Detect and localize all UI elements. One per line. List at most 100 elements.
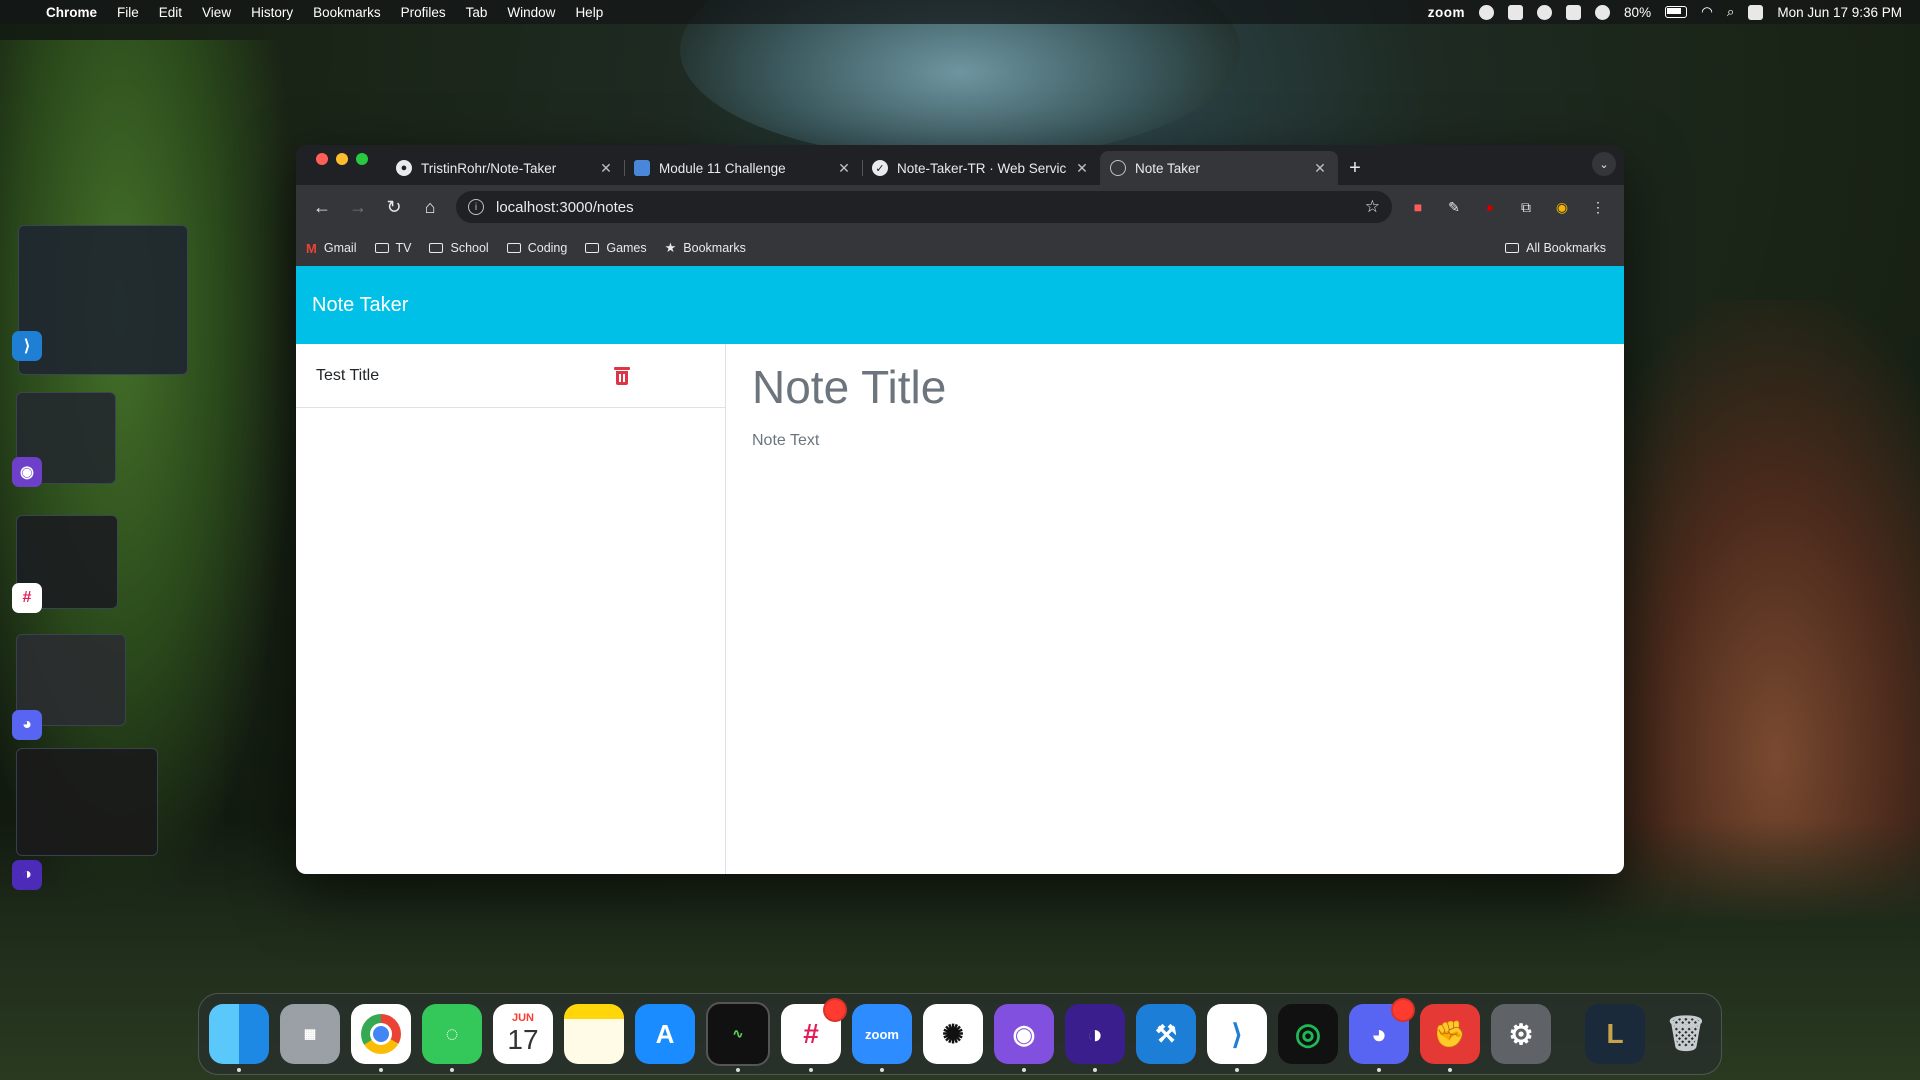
bookmark-bookmarks[interactable]: ★ Bookmarks [665,240,746,256]
zoom-dock-icon[interactable]: zoom [852,1004,912,1072]
slack-dock-icon[interactable]: # [781,998,847,1072]
bookmark-gmail[interactable]: M Gmail [306,241,357,256]
xcode-icon[interactable]: ⚒ [1136,1004,1196,1064]
stage-thumb-browser[interactable] [16,748,158,856]
menu-profiles[interactable]: Profiles [391,5,456,20]
menu-app-name[interactable]: Chrome [40,5,107,20]
browser-app-icon[interactable]: ◑ [12,860,42,890]
close-icon[interactable]: ✕ [1312,160,1328,177]
bookmark-star-icon[interactable]: ☆ [1365,197,1380,217]
chatgpt-dock-icon[interactable]: ✺ [923,1004,983,1064]
notes-icon[interactable] [564,1004,624,1064]
chatgpt-icon[interactable] [1537,4,1553,20]
home-button[interactable]: ⌂ [412,189,448,225]
new-tab-button[interactable]: + [1338,151,1372,185]
drive-icon[interactable] [1508,4,1524,20]
extensions-icon[interactable]: ⧉ [1508,189,1544,225]
riot-client-icon[interactable]: ✊ [1420,1004,1480,1072]
menu-file[interactable]: File [107,5,149,20]
finder-icon[interactable] [209,1004,269,1072]
record-icon[interactable] [1479,4,1495,20]
folder-icon [585,243,600,253]
bookmark-label: Gmail [323,241,357,255]
tab-search-button[interactable]: ⌄ [1592,152,1616,176]
menu-view[interactable]: View [192,5,241,20]
menu-tab[interactable]: Tab [456,5,498,20]
discord-icon[interactable]: ◕ [12,710,42,740]
spotify-icon[interactable]: ◎ [1278,1004,1338,1064]
note-text-area[interactable]: Note Text [752,432,1598,450]
league-of-legends-icon[interactable]: L [1585,1004,1645,1064]
launchpad-icon[interactable]: ▦ [280,1004,340,1064]
menu-bar: Chrome File Edit View History Bookmarks … [0,0,1920,24]
play-icon[interactable] [1595,4,1611,20]
note-title-input[interactable]: Note Title [752,360,1598,414]
dock: ▦ ◌ JUN 17 A ∿ # zoom ✺ ◉ ◑ ⚒ ⟩ ◎ ◕ ✊ ⚙ … [198,993,1722,1075]
screen-mirror-icon[interactable] [1566,4,1582,20]
menu-help[interactable]: Help [565,5,613,20]
address-bar[interactable]: i localhost:3000/notes ☆ [456,191,1392,223]
discord-dock-icon[interactable]: ◕ [1349,998,1415,1072]
stage-thumb-vscode[interactable] [18,225,188,375]
minimize-window-button[interactable] [336,153,348,165]
vscode-icon[interactable]: ⟩ [12,331,42,361]
close-icon[interactable]: ✕ [1074,160,1090,177]
note-list-title[interactable]: Test Title [316,367,379,385]
messages-icon[interactable]: ◌ [422,1004,482,1072]
vscode-dock-icon[interactable]: ⟩ [1207,1004,1267,1072]
github-desktop-dock-icon[interactable]: ◉ [994,1004,1054,1072]
menu-window[interactable]: Window [497,5,565,20]
battery-icon[interactable] [1665,6,1688,18]
trash-bin-icon[interactable]: 🗑 [1656,1004,1716,1064]
chrome-icon[interactable] [351,1004,411,1072]
tab-module-11[interactable]: Module 11 Challenge ✕ [624,151,862,185]
reload-button[interactable]: ↻ [376,189,412,225]
menu-edit[interactable]: Edit [149,5,192,20]
render-icon: ✓ [872,160,888,176]
bookmark-folder-games[interactable]: Games [585,241,647,255]
eyedropper-extension-icon[interactable]: ✎ [1436,189,1472,225]
fullscreen-window-button[interactable] [356,153,368,165]
zoom-status[interactable]: zoom [1428,5,1465,20]
activity-monitor-icon[interactable]: ∿ [706,1002,770,1072]
note-editor: Note Title Note Text [726,344,1624,874]
tab-note-taker[interactable]: Note Taker ✕ [1100,151,1338,185]
slack-icon[interactable]: # [12,583,42,613]
wifi-icon[interactable]: ◠ [1701,4,1713,20]
close-window-button[interactable] [316,153,328,165]
system-settings-icon[interactable]: ⚙ [1491,1004,1551,1064]
url-text[interactable]: localhost:3000/notes [496,199,1365,216]
menu-history[interactable]: History [241,5,303,20]
bookmark-folder-school[interactable]: School [429,241,489,255]
app-store-icon[interactable]: A [635,1004,695,1064]
navbar-brand[interactable]: Note Taker [312,294,408,317]
clock[interactable]: Mon Jun 17 9:36 PM [1777,5,1902,20]
github-desktop-icon[interactable]: ◉ [12,457,42,487]
search-icon[interactable]: ⌕ [1727,4,1735,20]
bookmark-folder-coding[interactable]: Coding [506,241,567,255]
forward-button[interactable]: → [340,189,376,225]
tab-render[interactable]: ✓ Note-Taker-TR · Web Servic ✕ [862,151,1100,185]
profile-avatar[interactable]: ◉ [1544,189,1580,225]
battery-percent[interactable]: 80% [1624,5,1651,20]
calendar-month: JUN [511,1012,534,1024]
back-button[interactable]: ← [304,189,340,225]
trash-icon[interactable] [614,366,630,385]
calendar-icon[interactable]: JUN 17 [493,1004,553,1064]
bookmark-folder-tv[interactable]: TV [374,241,411,255]
all-bookmarks-button[interactable]: All Bookmarks [1505,241,1606,255]
wallpaper-arch [680,0,1240,160]
site-info-icon[interactable]: i [468,199,484,215]
folder-icon [429,243,444,253]
close-icon[interactable]: ✕ [598,160,614,177]
menu-bookmarks[interactable]: Bookmarks [303,5,391,20]
more-menu-icon[interactable]: ⋮ [1580,189,1616,225]
close-icon[interactable]: ✕ [836,160,852,177]
record-extension-icon[interactable]: ■ [1400,189,1436,225]
ublock-extension-icon[interactable]: ● [1472,189,1508,225]
control-center-icon[interactable] [1748,4,1764,20]
star-icon: ★ [664,240,677,255]
arc-browser-dock-icon[interactable]: ◑ [1065,1004,1125,1072]
tab-github[interactable]: ● TristinRohr/Note-Taker ✕ [386,151,624,185]
note-list-item[interactable]: Test Title [296,344,725,408]
